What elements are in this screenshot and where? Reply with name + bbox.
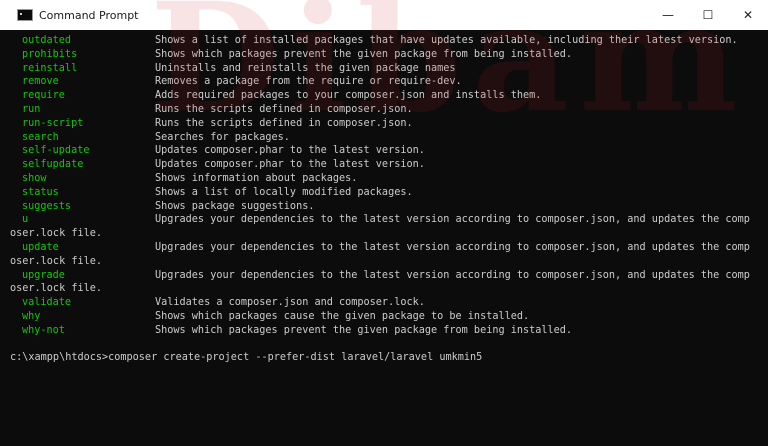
command-description: Updates composer.phar to the latest vers… <box>155 145 425 157</box>
command-name: search <box>22 131 59 143</box>
command-description: Removes a package from the require or re… <box>155 76 462 88</box>
maximize-button[interactable]: ☐ <box>688 0 728 30</box>
window-title: Command Prompt <box>39 8 139 22</box>
command-name: update <box>22 241 59 253</box>
command-description: Shows which packages cause the given pac… <box>155 310 530 322</box>
command-name: u <box>22 214 29 226</box>
command-description: Searches for packages. <box>155 131 290 143</box>
command-description: Uninstalls and reinstalls the given pack… <box>155 62 456 74</box>
command-name: why <box>22 310 41 322</box>
command-description: Shows information about packages. <box>155 172 358 184</box>
command-name: prohibits <box>22 48 78 60</box>
command-name: show <box>22 172 47 184</box>
command-name: status <box>22 186 59 198</box>
command-name: outdated <box>22 35 72 46</box>
command-name: run <box>22 103 41 115</box>
command-description: Upgrades your dependencies to the latest… <box>155 214 750 226</box>
command-name: require <box>22 90 65 102</box>
command-name: run-script <box>22 117 84 129</box>
wrapped-text: oser.lock file. <box>10 228 103 240</box>
title-bar[interactable]: Command Prompt — ☐ ✕ <box>0 0 768 30</box>
command-prompt-window: Command Prompt — ☐ ✕ Dibam outdated Shows… <box>0 0 768 446</box>
command-name: remove <box>22 76 59 88</box>
command-row: outdated Shows a list of installed packag… <box>10 34 768 48</box>
wrapped-text: oser.lock file. <box>10 255 103 267</box>
minimize-button[interactable]: — <box>648 0 688 30</box>
command-description: Runs the scripts defined in composer.jso… <box>155 117 413 129</box>
close-button[interactable]: ✕ <box>728 0 768 30</box>
window-controls: — ☐ ✕ <box>648 0 768 30</box>
command-name: upgrade <box>22 269 65 281</box>
command-description: Validates a composer.json and composer.l… <box>155 297 425 309</box>
command-name: validate <box>22 297 72 309</box>
command-row: remove Removes a package from the require… <box>10 75 768 89</box>
command-name: reinstall <box>22 62 78 74</box>
command-row: validate Validates a composer.json and co… <box>10 296 768 310</box>
command-row: status Shows a list of locally modified p… <box>10 186 768 200</box>
command-description: Adds required packages to your composer.… <box>155 90 542 102</box>
command-row: update Upgrades your dependencies to the … <box>10 241 768 255</box>
command-description: Upgrades your dependencies to the latest… <box>155 269 750 281</box>
command-row: self-update Updates composer.phar to the … <box>10 144 768 158</box>
command-row: reinstall Uninstalls and reinstalls the g… <box>10 62 768 76</box>
wrapped-line: oser.lock file. <box>10 282 768 296</box>
command-row: show Shows information about packages. <box>10 172 768 186</box>
command-name: self-update <box>22 145 90 157</box>
command-description: Runs the scripts defined in composer.jso… <box>155 103 413 115</box>
command-row: why Shows which packages cause the given … <box>10 310 768 324</box>
command-row: prohibits Shows which packages prevent th… <box>10 48 768 62</box>
command-name: why-not <box>22 324 65 336</box>
command-row: suggests Shows package suggestions. <box>10 200 768 214</box>
prompt-text: c:\xampp\htdocs>composer create-project … <box>10 352 483 364</box>
command-row: why-not Shows which packages prevent the … <box>10 324 768 338</box>
command-description: Shows a list of locally modified package… <box>155 186 413 198</box>
command-description: Upgrades your dependencies to the latest… <box>155 241 750 253</box>
command-row: u Upgrades your dependencies to the lates… <box>10 213 768 227</box>
command-description: Updates composer.phar to the latest vers… <box>155 159 425 171</box>
wrapped-text: oser.lock file. <box>10 283 103 295</box>
command-row: run Runs the scripts defined in composer.… <box>10 103 768 117</box>
command-row: upgrade Upgrades your dependencies to the… <box>10 269 768 283</box>
command-description: Shows which packages prevent the given p… <box>155 324 573 336</box>
command-row: selfupdate Updates composer.phar to the l… <box>10 158 768 172</box>
prompt-line[interactable]: c:\xampp\htdocs>composer create-project … <box>10 351 768 365</box>
console-output[interactable]: outdated Shows a list of installed packag… <box>0 34 768 446</box>
command-description: Shows which packages prevent the given p… <box>155 48 573 60</box>
wrapped-line: oser.lock file. <box>10 255 768 269</box>
command-name: suggests <box>22 200 72 212</box>
wrapped-line: oser.lock file. <box>10 227 768 241</box>
command-name: selfupdate <box>22 159 84 171</box>
command-row: run-script Runs the scripts defined in co… <box>10 117 768 131</box>
command-row: require Adds required packages to your co… <box>10 89 768 103</box>
terminal-icon <box>17 9 33 21</box>
command-description: Shows package suggestions. <box>155 200 315 212</box>
command-description: Shows a list of installed packages that … <box>155 35 738 46</box>
command-row: search Searches for packages. <box>10 131 768 145</box>
